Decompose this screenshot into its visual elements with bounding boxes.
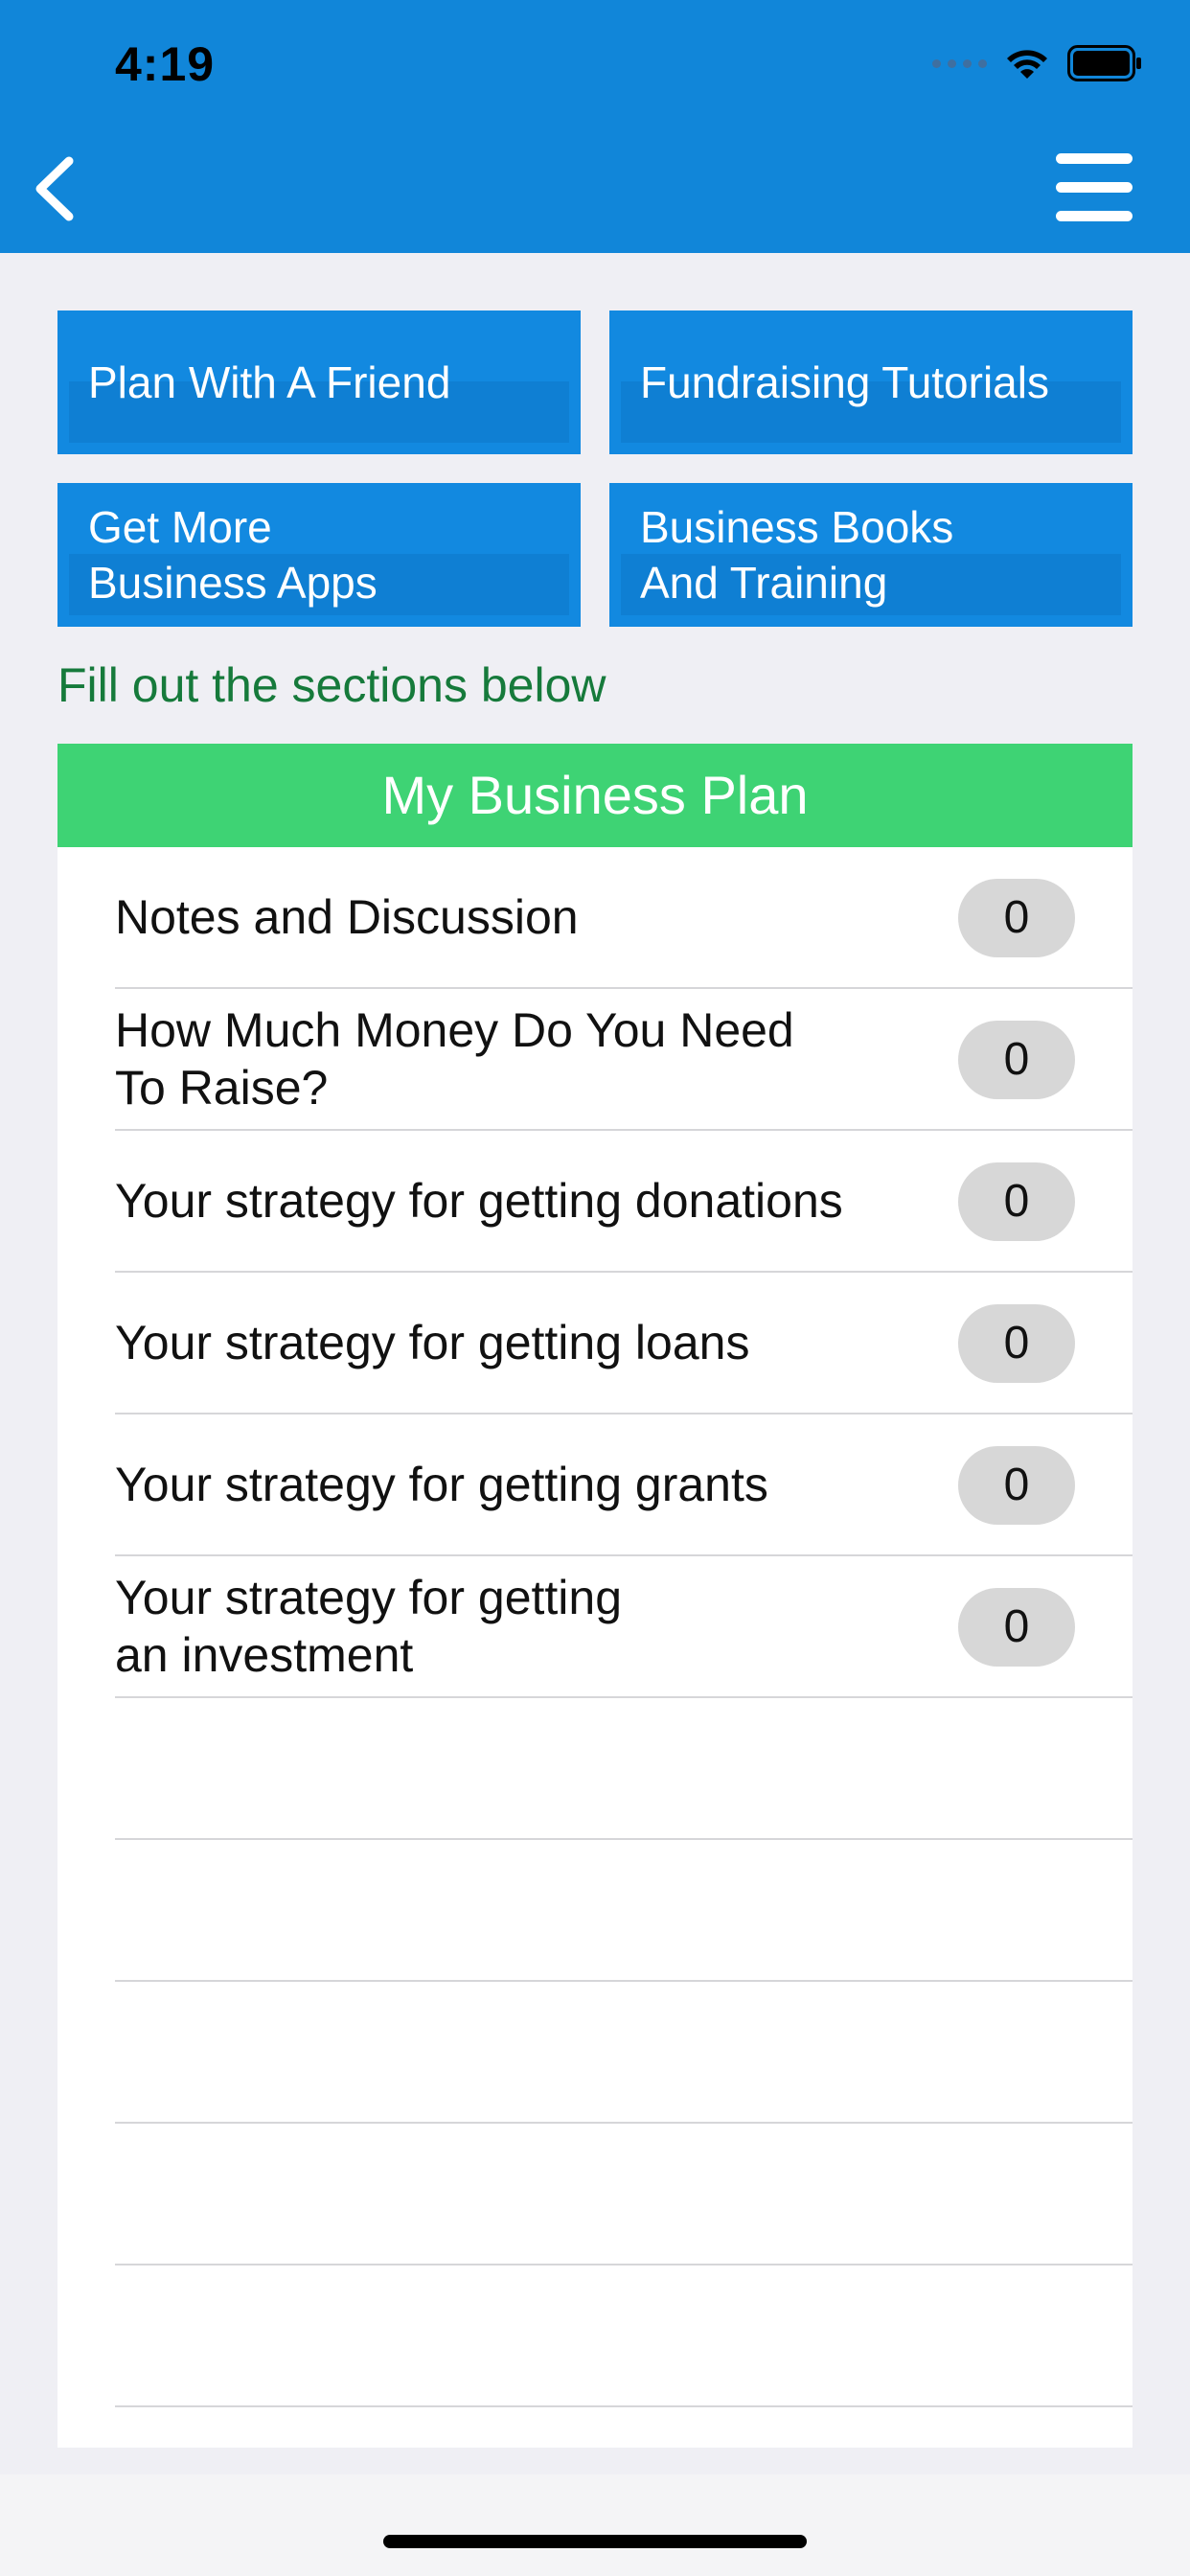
cellular-signal-icon: [932, 58, 987, 68]
row-label: Notes and Discussion: [115, 890, 579, 944]
chevron-left-icon[interactable]: [27, 155, 84, 222]
button-label: Plan With A Friend: [88, 357, 451, 407]
row-label: Your strategy for getting loans: [115, 1316, 750, 1369]
row-label: Your strategy for getting donations: [115, 1174, 843, 1228]
plan-section-row[interactable]: Your strategy for getting donations 0: [115, 1131, 1133, 1273]
count-badge: 0: [958, 1162, 1075, 1241]
count-badge: 0: [958, 879, 1075, 957]
bottom-safe-area: [0, 2474, 1190, 2576]
count-badge: 0: [958, 1021, 1075, 1099]
count-badge: 0: [958, 1446, 1075, 1525]
status-time: 4:19: [115, 37, 216, 91]
business-plan-card: My Business Plan Notes and Discussion 0 …: [57, 744, 1133, 2448]
row-label: Your strategy for getting grants: [115, 1458, 768, 1511]
empty-row: [115, 2266, 1133, 2407]
empty-row: [115, 1982, 1133, 2124]
plan-with-friend-button[interactable]: Plan With A Friend: [57, 310, 581, 454]
instruction-text: Fill out the sections below: [57, 658, 606, 712]
plan-section-row[interactable]: How Much Money Do You Need To Raise? 0: [115, 989, 1133, 1131]
app-header: 4:19: [0, 0, 1190, 253]
get-more-business-apps-button[interactable]: Get More Business Apps: [57, 483, 581, 627]
home-indicator[interactable]: [383, 2535, 807, 2548]
button-label: Get More Business Apps: [88, 502, 378, 608]
empty-row: [115, 1698, 1133, 1840]
count-badge: 0: [958, 1588, 1075, 1667]
battery-icon: [1067, 45, 1141, 81]
plan-section-row[interactable]: Your strategy for getting grants 0: [115, 1414, 1133, 1556]
hamburger-menu-icon[interactable]: [1054, 151, 1134, 224]
plan-section-row[interactable]: Your strategy for getting an investment …: [115, 1556, 1133, 1698]
wifi-icon: [1007, 50, 1047, 79]
plan-section-row[interactable]: Notes and Discussion 0: [115, 847, 1133, 989]
fundraising-tutorials-button[interactable]: Fundraising Tutorials: [609, 310, 1133, 454]
business-books-training-button[interactable]: Business Books And Training: [609, 483, 1133, 627]
plan-section-row[interactable]: Your strategy for getting loans 0: [115, 1273, 1133, 1414]
empty-row: [115, 2124, 1133, 2266]
empty-row: [115, 1840, 1133, 1982]
count-badge: 0: [958, 1304, 1075, 1383]
status-indicators: [932, 42, 1142, 84]
button-label: Fundraising Tutorials: [640, 357, 1049, 407]
button-label: Business Books And Training: [640, 502, 954, 608]
row-label: Your strategy for getting an investment: [115, 1571, 623, 1682]
section-header: My Business Plan: [57, 744, 1133, 847]
row-label: How Much Money Do You Need To Raise?: [115, 1003, 794, 1115]
